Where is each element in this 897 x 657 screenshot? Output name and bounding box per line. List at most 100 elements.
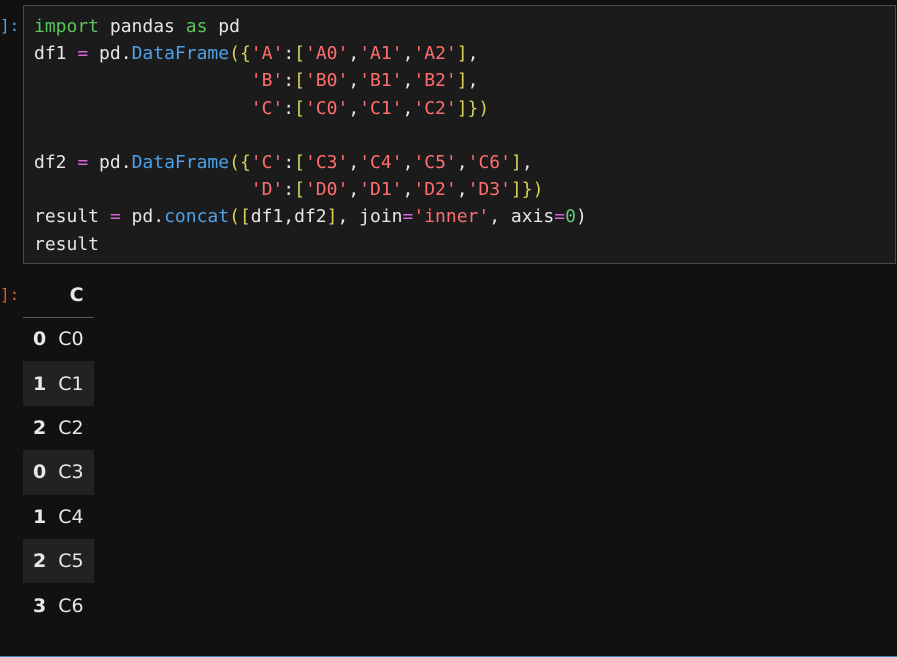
code-token: ] bbox=[456, 43, 468, 65]
dataframe-table: C 0 C0 1 C1 2 C2 0 C3 1 C4 2 C5 3 C6 bbox=[23, 274, 94, 628]
code-token: [ bbox=[294, 97, 305, 119]
code-token: DataFrame bbox=[131, 151, 230, 173]
code-token: : bbox=[283, 97, 295, 119]
code-token: 'C3' bbox=[305, 151, 349, 173]
code-token: as bbox=[185, 16, 208, 37]
code-token: ({ bbox=[229, 43, 251, 65]
row-index: 0 bbox=[33, 461, 47, 484]
code-token: ) bbox=[575, 206, 587, 228]
code-token: = bbox=[402, 206, 414, 228]
table-row: 2 C5 bbox=[23, 538, 94, 584]
table-cell: C2 bbox=[58, 416, 84, 439]
code-line: 'C':['C0','C1','C2']}) bbox=[34, 95, 587, 122]
code-token: , bbox=[402, 151, 414, 173]
table-row: 3 C6 bbox=[23, 583, 94, 627]
code-token: DataFrame bbox=[131, 43, 230, 65]
code-token: , bbox=[348, 179, 360, 201]
code-token: df1 bbox=[34, 43, 78, 65]
code-token: 'A0' bbox=[305, 43, 349, 65]
code-token: 'C5' bbox=[413, 151, 457, 173]
code-token: , bbox=[467, 70, 479, 92]
code-token: pandas bbox=[99, 16, 186, 37]
code-cell[interactable]: import pandas as pd df1 = pd.DataFrame({'… bbox=[23, 5, 896, 264]
code-token: import bbox=[34, 16, 100, 37]
code-token: 'B0' bbox=[304, 70, 349, 92]
table-body: 0 C0 1 C1 2 C2 0 C3 1 C4 2 C5 3 C6 bbox=[23, 317, 94, 628]
code-token: 'A' bbox=[250, 43, 284, 65]
code-token: ({ bbox=[229, 151, 251, 173]
code-token: df1,df2 bbox=[250, 206, 327, 228]
code-token: 'D0' bbox=[304, 179, 349, 201]
code-token: , axis bbox=[489, 206, 555, 228]
code-token: , bbox=[402, 43, 414, 65]
code-token: : bbox=[283, 43, 295, 65]
code-token: pd bbox=[207, 16, 240, 37]
code-token: = bbox=[554, 206, 566, 228]
code-token: , bbox=[348, 151, 360, 173]
code-token: 'A2' bbox=[413, 43, 457, 65]
table-cell: C6 bbox=[58, 594, 84, 617]
table-row: 0 C3 bbox=[23, 450, 94, 495]
code-token: 'C' bbox=[250, 151, 284, 173]
code-token: , bbox=[456, 151, 468, 173]
code-token: [ bbox=[294, 43, 305, 65]
code-token: pd. bbox=[88, 151, 132, 173]
code-line: result bbox=[34, 231, 587, 258]
code-token: , bbox=[456, 179, 468, 201]
code-token: [ bbox=[294, 179, 305, 201]
code-token: = bbox=[77, 43, 89, 65]
code-token: : bbox=[283, 151, 295, 173]
row-index: 3 bbox=[33, 594, 47, 617]
code-token: , join bbox=[337, 206, 403, 228]
output-prompt: ]: bbox=[0, 285, 20, 304]
code-token: pd. bbox=[120, 206, 165, 228]
code-token: 'C6' bbox=[467, 151, 511, 173]
code-token: , bbox=[348, 43, 360, 65]
code-token: 'C1' bbox=[359, 97, 403, 119]
code-token: : bbox=[283, 70, 295, 92]
code-line: 'B':['B0','B1','B2'], bbox=[34, 67, 587, 94]
table-row: 1 C4 bbox=[23, 495, 94, 539]
code-token: , bbox=[467, 43, 479, 65]
code-token: ]}) bbox=[456, 97, 490, 119]
code-token: , bbox=[521, 151, 533, 173]
code-line: result = pd.concat([df1,df2], join='inne… bbox=[34, 203, 587, 230]
cell-output: C 0 C0 1 C1 2 C2 0 C3 1 C4 2 C5 3 C6 bbox=[23, 274, 94, 628]
code-token: 'A1' bbox=[359, 43, 403, 65]
code-line: 'D':['D0','D1','D2','D3']}) bbox=[34, 176, 587, 203]
row-index: 2 bbox=[33, 550, 47, 573]
code-token: 'B1' bbox=[359, 70, 403, 92]
code-token: ] bbox=[510, 151, 522, 173]
code-token: 'D3' bbox=[467, 179, 511, 201]
code-token: ] bbox=[456, 70, 468, 92]
code-token: pd. bbox=[88, 43, 132, 65]
code-token: 'C0' bbox=[304, 97, 349, 119]
code-token: 'C2' bbox=[413, 97, 457, 119]
code-token: 'D2' bbox=[413, 179, 457, 201]
column-header: C bbox=[54, 274, 94, 318]
code-token: = bbox=[109, 206, 121, 228]
code-line: df2 = pd.DataFrame({'C':['C3','C4','C5',… bbox=[34, 149, 587, 176]
code-token: = bbox=[77, 151, 89, 173]
code-token: [ bbox=[294, 70, 305, 92]
row-index: 1 bbox=[33, 372, 47, 395]
row-index: 1 bbox=[33, 505, 47, 528]
code-token: 'D' bbox=[250, 179, 284, 201]
table-cell: C5 bbox=[58, 550, 84, 573]
code-token: [ bbox=[294, 151, 305, 173]
code-token: 'B' bbox=[250, 70, 284, 92]
header-row: C bbox=[23, 274, 94, 318]
code-editor[interactable]: import pandas as pd df1 = pd.DataFrame({'… bbox=[34, 13, 587, 258]
table-row: 0 C0 bbox=[23, 317, 94, 361]
code-token: ([ bbox=[229, 206, 251, 228]
row-index: 2 bbox=[33, 416, 47, 439]
code-token: ]}) bbox=[510, 179, 544, 201]
code-token: result bbox=[34, 206, 110, 228]
code-token: ] bbox=[326, 206, 338, 228]
row-index: 0 bbox=[33, 328, 47, 351]
table-row: 1 C1 bbox=[23, 361, 94, 406]
